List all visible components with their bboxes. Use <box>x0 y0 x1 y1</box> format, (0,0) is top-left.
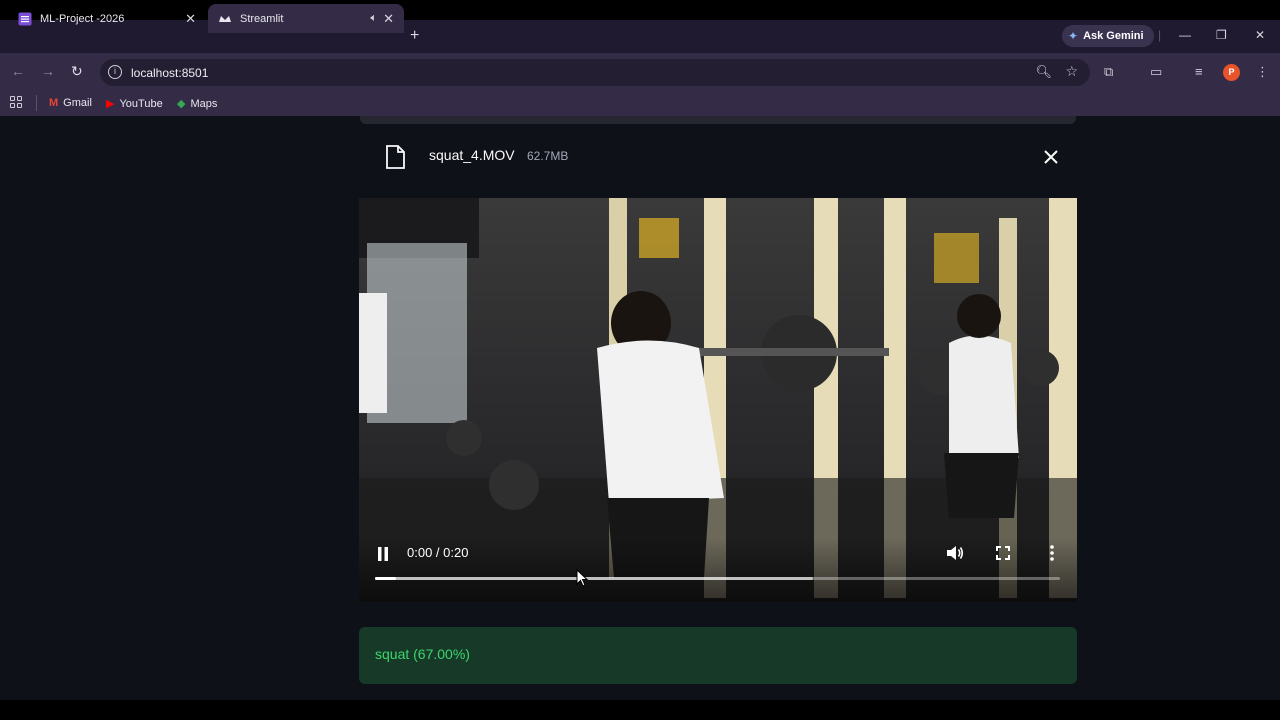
uploader-dropzone-edge <box>360 116 1076 124</box>
bookmark-label: YouTube <box>119 97 163 110</box>
uploaded-file-size: 62.7MB <box>527 149 569 163</box>
youtube-icon: ▶ <box>106 98 115 110</box>
gmail-icon: M <box>49 97 59 109</box>
bookmarks-divider <box>36 95 37 111</box>
maps-icon: ◆ <box>177 98 186 110</box>
speaker-icon[interactable]: 🔈︎ <box>370 12 377 25</box>
screen-bottom-border <box>0 700 1280 720</box>
ask-gemini-label: Ask Gemini <box>1083 30 1144 42</box>
tab-title: Streamlit <box>240 12 284 25</box>
tab-streamlit[interactable]: Streamlit 🔈︎ ✕ <box>208 4 404 33</box>
media-controls-icon[interactable]: ≡ <box>1195 64 1203 79</box>
seek-bar-buffered <box>375 577 813 580</box>
bookmark-label: Gmail <box>63 97 92 109</box>
extensions-icon[interactable]: ⧉ <box>1104 64 1113 80</box>
tab-search-icon[interactable]: ▭ <box>1150 64 1162 80</box>
forward-icon[interactable]: → <box>41 63 55 79</box>
new-tab-icon[interactable]: + <box>410 27 419 45</box>
url-text: localhost:8501 <box>131 66 209 80</box>
zoom-icon[interactable]: 🔍︎ <box>1035 64 1052 80</box>
tab-title: ML-Project -2026 <box>40 12 125 25</box>
profile-avatar[interactable]: P <box>1223 64 1240 81</box>
list-doc-icon <box>18 12 32 26</box>
menu-kebab-icon[interactable]: ⋮ <box>1256 64 1269 80</box>
tab-ml-project[interactable]: ML-Project -2026 ✕ <box>8 4 206 33</box>
back-icon[interactable]: ← <box>11 63 25 79</box>
apps-grid-icon[interactable] <box>10 96 22 108</box>
close-tab-icon[interactable]: ✕ <box>383 11 394 27</box>
site-info-icon[interactable]: i <box>108 65 122 79</box>
file-icon <box>385 145 405 174</box>
gemini-sparkle-icon: ✦ <box>1068 29 1079 43</box>
seek-bar-progress <box>375 577 396 580</box>
bookmark-label: Maps <box>190 97 218 110</box>
reload-icon[interactable]: ↻ <box>71 63 83 80</box>
pause-icon[interactable] <box>377 547 389 566</box>
video-time: 0:00 / 0:20 <box>407 545 469 560</box>
bookmark-gmail[interactable]: M Gmail <box>49 97 92 109</box>
mouse-cursor-icon <box>576 568 589 592</box>
bookmark-star-icon[interactable]: ☆ <box>1065 63 1078 80</box>
bookmark-youtube[interactable]: ▶ YouTube <box>106 97 163 111</box>
close-window-icon[interactable]: ✕ <box>1255 28 1265 42</box>
prediction-text: squat (67.00%) <box>375 646 470 662</box>
fullscreen-icon[interactable] <box>996 546 1010 565</box>
address-bar[interactable]: i localhost:8501 🔍︎ ☆ <box>100 59 1090 86</box>
restore-icon[interactable]: ❐ <box>1216 28 1227 42</box>
volume-icon[interactable] <box>946 545 964 566</box>
prediction-success-box: squat (67.00%) <box>359 627 1077 684</box>
uploaded-file-name: squat_4.MOV <box>429 147 515 163</box>
remove-file-icon[interactable] <box>1043 149 1059 170</box>
more-options-icon[interactable] <box>1050 545 1054 566</box>
bookmark-maps[interactable]: ◆ Maps <box>177 97 218 111</box>
video-player[interactable]: 0:00 / 0:20 <box>359 198 1077 602</box>
streamlit-crown-icon <box>218 12 232 26</box>
close-tab-icon[interactable]: ✕ <box>185 11 196 27</box>
ask-gemini-button[interactable]: ✦ Ask Gemini <box>1062 25 1154 47</box>
divider: | <box>1158 28 1162 42</box>
minimize-icon[interactable]: — <box>1179 28 1191 42</box>
